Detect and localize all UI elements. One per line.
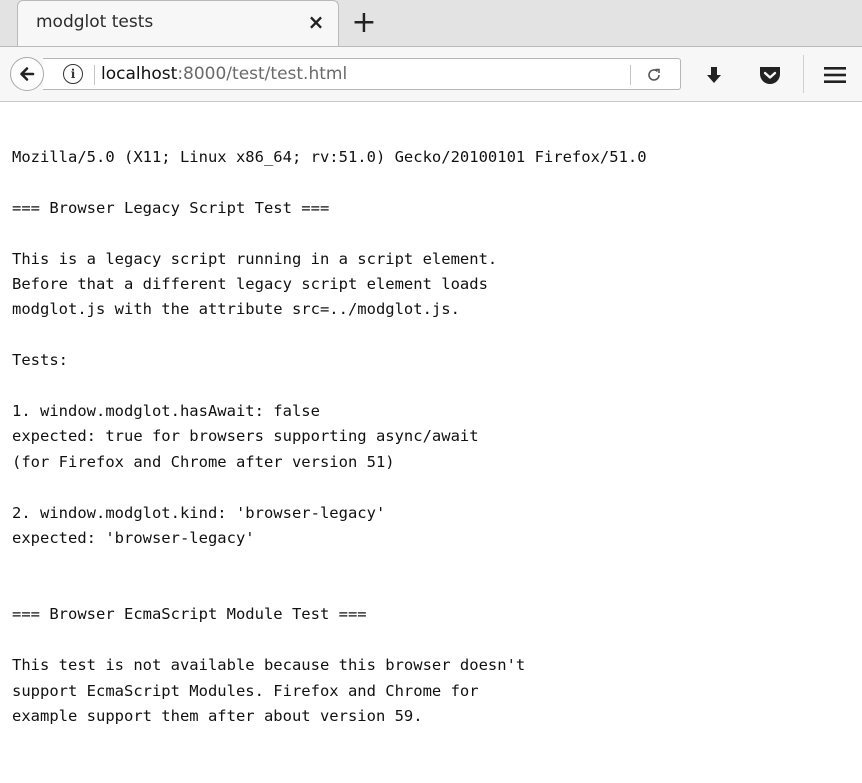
test-2-result: 2. window.modglot.kind: 'browser-legacy'…: [12, 503, 386, 548]
reload-button[interactable]: [641, 63, 667, 87]
url-bar[interactable]: i localhost:8000/test/test.html: [43, 58, 681, 90]
test-1-result: 1. window.modglot.hasAwait: false expect…: [12, 402, 479, 471]
pocket-button[interactable]: [755, 60, 785, 90]
downloads-button[interactable]: [699, 60, 729, 90]
new-tab-button[interactable]: +: [346, 5, 382, 41]
back-arrow-icon: [20, 67, 35, 81]
menu-button[interactable]: [820, 60, 850, 90]
url-text[interactable]: localhost:8000/test/test.html: [101, 64, 347, 84]
url-host: localhost: [101, 64, 178, 84]
tab-modglot-tests[interactable]: modglot tests ×: [17, 0, 339, 46]
tests-label: Tests:: [12, 351, 68, 370]
info-icon[interactable]: i: [63, 64, 83, 84]
module-test-heading: === Browser EcmaScript Module Test ===: [12, 605, 367, 624]
tab-strip: modglot tests × +: [0, 0, 862, 46]
url-separator: [94, 65, 95, 85]
page-output: Mozilla/5.0 (X11; Linux x86_64; rv:51.0)…: [12, 145, 647, 729]
page-content: Mozilla/5.0 (X11; Linux x86_64; rv:51.0)…: [0, 102, 862, 783]
url-path: :8000/test/test.html: [177, 64, 348, 84]
legacy-test-description: This is a legacy script running in a scr…: [12, 249, 498, 319]
module-test-description: This test is not available because this …: [12, 656, 526, 725]
back-button[interactable]: [10, 57, 44, 91]
user-agent-line: Mozilla/5.0 (X11; Linux x86_64; rv:51.0)…: [12, 148, 647, 166]
plus-icon: +: [351, 5, 377, 40]
toolbar-separator: [803, 55, 804, 93]
download-icon: [707, 67, 721, 83]
close-tab-icon[interactable]: ×: [304, 10, 328, 34]
hamburger-menu-icon: [824, 67, 846, 83]
reload-separator: [630, 65, 631, 85]
navigation-toolbar: i localhost:8000/test/test.html: [0, 46, 862, 102]
legacy-test-heading: === Browser Legacy Script Test ===: [12, 198, 330, 217]
reload-icon: [648, 68, 660, 81]
pocket-icon: [760, 67, 780, 84]
tab-title: modglot tests: [36, 12, 154, 32]
